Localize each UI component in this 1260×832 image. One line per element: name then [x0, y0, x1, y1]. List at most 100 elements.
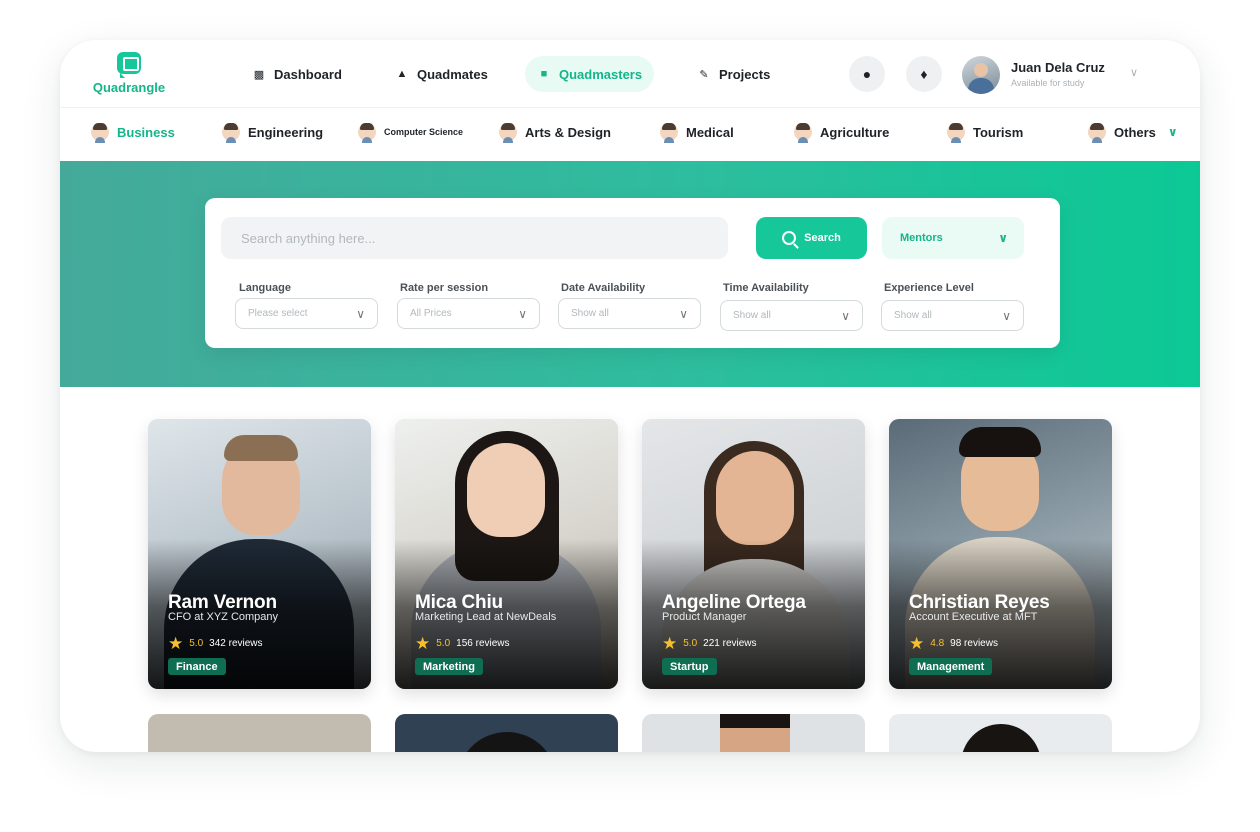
mentor-hair: [224, 435, 298, 461]
user-status: Available for study: [1011, 78, 1085, 88]
search-button[interactable]: Search: [756, 217, 867, 259]
mentor-role: Account Executive at MFT: [909, 611, 1038, 623]
calendar-icon: ▩: [253, 68, 265, 81]
person-icon: [1088, 123, 1106, 143]
category-label: Others: [1114, 124, 1156, 140]
health-worker-icon: [660, 123, 678, 143]
filter-time-select[interactable]: Show all ∨: [720, 300, 863, 331]
rating-reviews: 98 reviews: [950, 638, 998, 649]
top-nav: Quadrangle ▩ Dashboard ▲ Quadmates ■ Qua…: [60, 40, 1200, 108]
mentor-tag: Startup: [662, 658, 717, 675]
filter-rate-label: Rate per session: [400, 282, 489, 294]
nav-label: Projects: [719, 66, 771, 82]
star-icon: ★: [909, 634, 925, 653]
filter-rate-select[interactable]: All Prices ∨: [397, 298, 540, 329]
mentor-face: [716, 451, 794, 545]
messages-button[interactable]: ●: [849, 56, 885, 92]
category-engineering[interactable]: Engineering: [222, 123, 323, 143]
app-window: Quadrangle ▩ Dashboard ▲ Quadmates ■ Qua…: [60, 40, 1200, 752]
filter-value: All Prices: [410, 308, 452, 319]
mentor-card[interactable]: Ram Vernon CFO at XYZ Company ★ 5.0 342 …: [148, 419, 371, 689]
filter-experience-select[interactable]: Show all ∨: [881, 300, 1024, 331]
search-type-select[interactable]: Mentors ∨: [882, 217, 1024, 259]
farmer-icon: [794, 123, 812, 143]
category-arts-design[interactable]: Arts & Design: [499, 123, 611, 143]
category-tourism[interactable]: Tourism: [947, 123, 1024, 143]
user-name: Juan Dela Cruz: [1011, 60, 1105, 75]
mentor-tag: Management: [909, 658, 993, 675]
mentor-tag: Finance: [168, 658, 226, 675]
mentor-card-partial[interactable]: [395, 714, 618, 752]
category-medical[interactable]: Medical: [660, 123, 734, 143]
filter-time-label: Time Availability: [723, 282, 809, 294]
mentor-hair: [959, 427, 1041, 457]
star-icon: ★: [168, 634, 184, 653]
search-input[interactable]: [221, 217, 728, 259]
category-label: Computer Science: [384, 127, 464, 137]
mentor-card[interactable]: Angeline Ortega Product Manager ★ 5.0 22…: [642, 419, 865, 689]
search-type-value: Mentors: [900, 232, 943, 244]
chevron-down-icon[interactable]: ∨: [1130, 66, 1138, 79]
mentor-rating: ★ 5.0 342 reviews: [168, 635, 263, 652]
category-others[interactable]: Others ∨: [1088, 123, 1178, 143]
mentor-card-partial[interactable]: [889, 714, 1112, 752]
mentor-card[interactable]: Christian Reyes Account Executive at MFT…: [889, 419, 1112, 689]
category-label: Medical: [686, 124, 734, 140]
nav-dashboard[interactable]: ▩ Dashboard: [240, 56, 354, 92]
engineer-icon: [222, 123, 240, 143]
rating-reviews: 221 reviews: [703, 638, 757, 649]
search-icon: [782, 231, 797, 245]
technologist-icon: [358, 123, 376, 143]
artist-icon: [499, 123, 517, 143]
chevron-down-icon: ∨: [841, 308, 850, 323]
category-computer-science[interactable]: Computer Science: [358, 123, 464, 143]
rating-score: 4.8: [930, 638, 945, 649]
chat-bubble-icon: ●: [862, 66, 872, 82]
mentor-hair: [457, 732, 557, 752]
mentor-face: [467, 443, 545, 537]
filter-date-select[interactable]: Show all ∨: [558, 298, 701, 329]
nav-quadmates[interactable]: ▲ Quadmates: [383, 56, 500, 92]
category-label: Tourism: [973, 124, 1024, 140]
nav-quadmasters[interactable]: ■ Quadmasters: [525, 56, 655, 92]
category-agriculture[interactable]: Agriculture: [794, 123, 890, 143]
logo-icon: [117, 52, 141, 78]
rating-score: 5.0: [683, 638, 698, 649]
star-icon: ★: [415, 634, 431, 653]
filter-language-label: Language: [239, 282, 291, 294]
mentor-card-partial[interactable]: [642, 714, 865, 752]
nav-label: Quadmasters: [559, 66, 643, 82]
chevron-down-icon: ∨: [518, 306, 527, 321]
category-label: Agriculture: [820, 124, 890, 140]
rating-score: 5.0: [436, 638, 451, 649]
businessman-icon: [91, 123, 109, 143]
filter-value: Show all: [733, 310, 771, 321]
rating-reviews: 156 reviews: [456, 638, 510, 649]
nav-projects[interactable]: ✎ Projects: [685, 56, 782, 92]
chevron-down-icon: ∨: [356, 306, 365, 321]
category-bar: Business Engineering Computer Science Ar…: [60, 109, 1200, 161]
bell-icon: ♦: [920, 66, 928, 82]
logo-text: Quadrangle: [92, 80, 166, 95]
star-icon: ★: [662, 634, 678, 653]
category-business[interactable]: Business: [91, 123, 175, 143]
notepad-icon: ✎: [699, 68, 709, 81]
graduation-cap-icon: ▲: [396, 68, 408, 80]
notifications-button[interactable]: ♦: [906, 56, 942, 92]
filter-language-select[interactable]: Please select ∨: [235, 298, 378, 329]
logo[interactable]: Quadrangle: [88, 52, 170, 95]
mentor-role: Product Manager: [662, 611, 747, 623]
category-label: Arts & Design: [525, 124, 611, 140]
mentor-rating: ★ 5.0 156 reviews: [415, 635, 510, 652]
avatar[interactable]: [962, 56, 1000, 94]
chevron-down-icon: ∨: [1002, 308, 1011, 323]
mentor-card[interactable]: Mica Chiu Marketing Lead at NewDeals ★ 5…: [395, 419, 618, 689]
chevron-down-icon: ∨: [998, 231, 1008, 245]
mentor-hair: [961, 724, 1041, 752]
mentor-rating: ★ 4.8 98 reviews: [909, 635, 998, 652]
mentor-card-partial[interactable]: [148, 714, 371, 752]
chevron-down-icon: ∨: [679, 306, 688, 321]
mentor-hair: [720, 714, 790, 728]
search-panel: Search Mentors ∨ Language Rate per sessi…: [205, 198, 1060, 348]
filter-value: Show all: [894, 310, 932, 321]
